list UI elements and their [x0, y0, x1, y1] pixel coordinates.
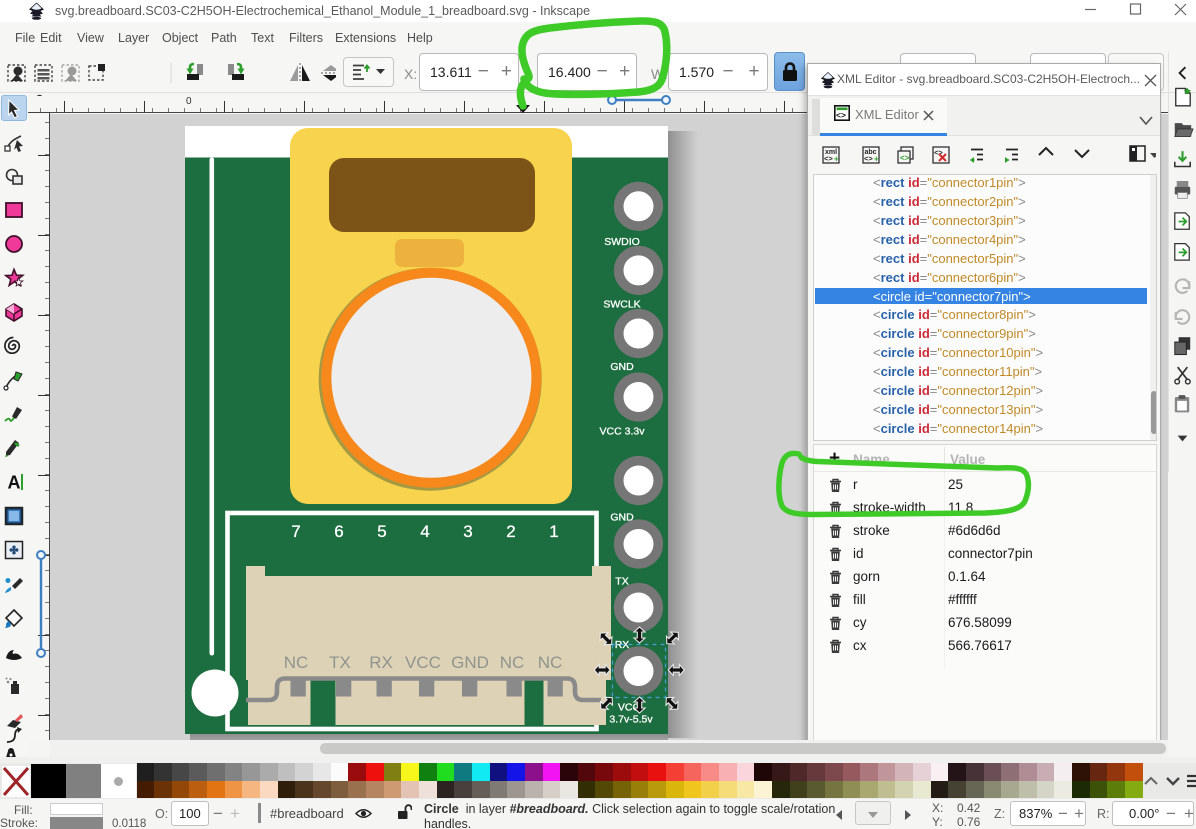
svg-text:6: 6	[334, 522, 343, 541]
svg-text:SWDIO: SWDIO	[604, 236, 640, 248]
svg-text:4: 4	[420, 522, 429, 541]
svg-text:GND: GND	[610, 361, 634, 373]
svg-text:NC: NC	[500, 653, 525, 672]
svg-text:NC: NC	[284, 653, 309, 672]
svg-text:VCC 3.3v: VCC 3.3v	[600, 426, 646, 438]
svg-text:<>: <>	[864, 154, 873, 163]
svg-text:+: +	[834, 155, 839, 164]
svg-text:A: A	[8, 473, 21, 493]
svg-text:3.7v-5.5v: 3.7v-5.5v	[609, 714, 653, 726]
svg-text:2: 2	[506, 522, 515, 541]
svg-text:VCC: VCC	[405, 653, 441, 672]
svg-text:<>: <>	[824, 154, 833, 163]
svg-text:1: 1	[549, 522, 558, 541]
svg-text:RX: RX	[369, 653, 393, 672]
svg-text:SWCLK: SWCLK	[603, 299, 640, 311]
svg-text:TX: TX	[615, 576, 628, 588]
svg-text:5: 5	[377, 522, 386, 541]
svg-text:NC: NC	[538, 653, 563, 672]
svg-text:GND: GND	[451, 653, 489, 672]
svg-text:GND: GND	[610, 512, 634, 524]
svg-text:TX: TX	[329, 653, 351, 672]
svg-text:+: +	[874, 155, 879, 164]
svg-text:<>: <>	[836, 110, 846, 120]
svg-text:7: 7	[291, 522, 300, 541]
svg-text:3: 3	[463, 522, 472, 541]
svg-text:<>: <>	[900, 154, 910, 163]
